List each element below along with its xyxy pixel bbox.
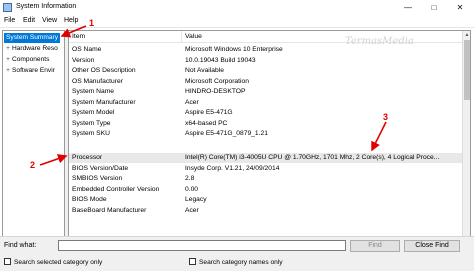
- annotation-number-3: 3: [383, 112, 389, 122]
- find-what-input[interactable]: [58, 240, 346, 251]
- checkbox-label: Search selected category only: [14, 259, 103, 266]
- cell-item: OS Manufacturer: [72, 77, 123, 85]
- minimize-button[interactable]: —: [395, 0, 421, 15]
- title-bar: System Information — □ ✕: [0, 0, 474, 15]
- annotation-number-1: 1: [89, 18, 95, 28]
- expand-plus-icon[interactable]: +: [4, 55, 12, 65]
- column-header-item[interactable]: Item: [69, 31, 182, 43]
- checkbox-icon[interactable]: [4, 258, 11, 265]
- scroll-up-arrow-icon[interactable]: ▲: [463, 31, 471, 39]
- table-row[interactable]: Version 10.0.19043 Build 19043: [69, 56, 462, 66]
- cell-value: Acer: [185, 206, 199, 214]
- table-row[interactable]: OS Manufacturer Microsoft Corporation: [69, 77, 462, 87]
- checkbox-icon[interactable]: [189, 258, 196, 265]
- checkbox-label: Search category names only: [199, 259, 283, 266]
- column-header-value[interactable]: Value: [182, 31, 462, 43]
- cell-value: Aspire E5-471G_0879_1.21: [185, 130, 268, 137]
- scroll-thumb[interactable]: [464, 40, 470, 100]
- cell-item: System SKU: [72, 130, 110, 137]
- cell-item: BIOS Version/Date: [72, 164, 129, 172]
- vertical-scrollbar[interactable]: ▲ ▼: [462, 31, 470, 254]
- search-category-names-checkbox[interactable]: Search category names only: [189, 258, 283, 268]
- cell-item: System Model: [72, 109, 115, 116]
- find-what-label: Find what:: [4, 242, 37, 249]
- cell-value: Not Available: [185, 67, 224, 74]
- menu-view[interactable]: View: [42, 17, 57, 24]
- cell-item: System Name: [72, 88, 114, 95]
- cell-value: Legacy: [185, 196, 207, 203]
- annotation-number-2: 2: [30, 160, 36, 170]
- cell-value: Insyde Corp. V1.21, 24/09/2014: [185, 164, 280, 172]
- table-row[interactable]: SMBIOS Version 2.8: [69, 174, 462, 184]
- cell-item: System Manufacturer: [72, 98, 136, 106]
- expand-plus-icon[interactable]: +: [4, 44, 12, 54]
- table-row[interactable]: BIOS Mode Legacy: [69, 195, 462, 205]
- table-row[interactable]: System Type x64-based PC: [69, 119, 462, 129]
- cell-item: Embedded Controller Version: [72, 185, 160, 193]
- table-row[interactable]: System Name HINDRO-DESKTOP: [69, 87, 462, 97]
- table-row[interactable]: Embedded Controller Version 0.00: [69, 185, 462, 195]
- cell-item: Version: [72, 56, 95, 64]
- system-information-app-icon: [3, 3, 12, 12]
- cell-item: OS Name: [72, 46, 102, 53]
- find-button[interactable]: Find: [350, 240, 400, 252]
- tree-item-label: Hardware Reso: [12, 45, 58, 52]
- cell-value: Microsoft Corporation: [185, 77, 249, 85]
- menu-edit[interactable]: Edit: [23, 17, 35, 24]
- tree-item-components[interactable]: + Components: [4, 55, 49, 65]
- table-row[interactable]: System Manufacturer Acer: [69, 98, 462, 108]
- cell-value: 0.00: [185, 185, 199, 193]
- cell-item: System Type: [72, 119, 111, 127]
- cell-item: SMBIOS Version: [72, 175, 123, 182]
- close-find-button[interactable]: Close Find: [404, 240, 460, 252]
- table-row[interactable]: Other OS Description Not Available: [69, 66, 462, 76]
- cell-value: Intel(R) Core(TM) i3-4005U CPU @ 1.70GHz…: [185, 154, 440, 161]
- table-row[interactable]: BIOS Version/Date Insyde Corp. V1.21, 24/…: [69, 164, 462, 174]
- cell-item: Processor: [72, 154, 103, 161]
- cell-item: BIOS Mode: [72, 196, 107, 203]
- expand-plus-icon[interactable]: +: [4, 66, 12, 76]
- cell-value: 2.8: [185, 175, 195, 182]
- tree-item-system-summary[interactable]: System Summary: [4, 33, 61, 43]
- cell-value: Aspire E5-471G: [185, 109, 233, 116]
- tree-item-label: Software Envir: [12, 67, 55, 74]
- cell-item: Other OS Description: [72, 67, 136, 74]
- window-title: System Information: [16, 3, 77, 10]
- cell-item: BaseBoard Manufacturer: [72, 206, 147, 214]
- tree-item-hardware-resources[interactable]: + Hardware Reso: [4, 44, 58, 54]
- close-window-button[interactable]: ✕: [447, 0, 473, 15]
- cell-value: HINDRO-DESKTOP: [185, 88, 246, 95]
- cell-value: Microsoft Windows 10 Enterprise: [185, 46, 283, 53]
- tree-item-label: Components: [12, 56, 50, 63]
- menu-file[interactable]: File: [4, 17, 15, 24]
- menu-help[interactable]: Help: [64, 17, 78, 24]
- cell-value: 10.0.19043 Build 19043: [185, 56, 256, 64]
- tree-item-software-environment[interactable]: + Software Envir: [4, 66, 55, 76]
- details-table: Item Value OS Name Microsoft Windows 10 E…: [68, 30, 471, 255]
- cell-value: Acer: [185, 98, 199, 106]
- tree-item-label: System Summary: [6, 34, 59, 41]
- watermark-logo: TermasMedia: [345, 36, 414, 47]
- maximize-button[interactable]: □: [421, 0, 447, 15]
- menu-bar: File Edit View Help: [0, 15, 474, 28]
- table-row-processor[interactable]: Processor Intel(R) Core(TM) i3-4005U CPU …: [69, 153, 462, 163]
- table-row[interactable]: BaseBoard Manufacturer Acer: [69, 206, 462, 216]
- table-row[interactable]: System SKU Aspire E5-471G_0879_1.21: [69, 129, 462, 139]
- find-bar: Find what: Find Close Find Search select…: [0, 236, 474, 271]
- search-selected-category-checkbox[interactable]: Search selected category only: [4, 258, 102, 268]
- category-tree: System Summary + Hardware Reso + Component…: [2, 30, 65, 255]
- table-row[interactable]: System Model Aspire E5-471G: [69, 108, 462, 118]
- cell-value: x64-based PC: [185, 119, 228, 127]
